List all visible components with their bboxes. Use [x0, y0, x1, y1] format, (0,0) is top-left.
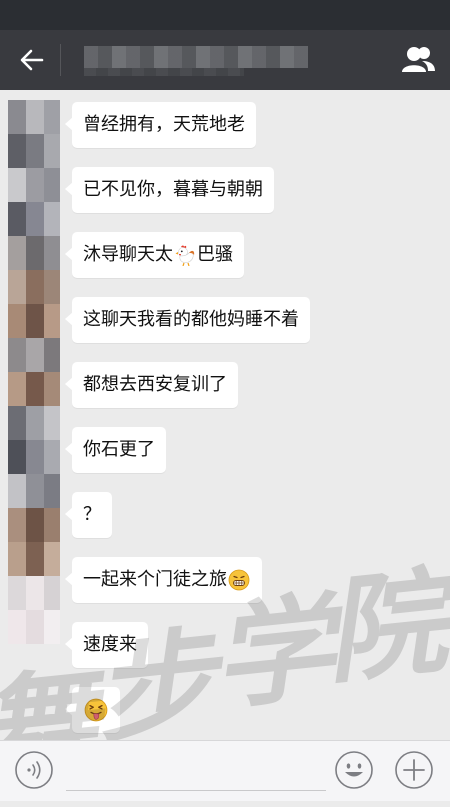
voice-icon[interactable]	[14, 750, 54, 790]
grimace-face-icon	[228, 569, 250, 591]
message-bubble[interactable]: 这聊天我看的都他妈睡不着	[65, 297, 310, 343]
message-text: 沐导聊天太	[83, 244, 173, 265]
arrow-left-icon[interactable]	[18, 46, 46, 74]
message-bubble[interactable]: 你石更了	[65, 427, 166, 473]
input-bar	[0, 740, 450, 801]
chat-header	[0, 30, 450, 90]
message-text: 已不见你，暮暮与朝朝	[65, 167, 274, 213]
message-text: ？	[65, 492, 112, 538]
message-content	[65, 687, 120, 733]
people-icon[interactable]	[400, 44, 436, 76]
chat-area[interactable]: 曾经拥有，天荒地老 已不见你，暮暮与朝朝 沐导聊天太 巴骚 这聊天我看的都他妈睡…	[0, 90, 450, 740]
message-text: 曾经拥有，天荒地老	[65, 102, 256, 148]
message-text: 一起来个门徒之旅	[83, 569, 227, 590]
rooster-icon	[175, 245, 195, 266]
message-text: 巴骚	[197, 244, 233, 265]
message-text: 你石更了	[65, 427, 166, 473]
message-text: 这聊天我看的都他妈睡不着	[65, 297, 310, 343]
message-content: 一起来个门徒之旅	[65, 557, 262, 603]
message-content: 沐导聊天太 巴骚	[65, 232, 244, 278]
header-divider	[60, 44, 61, 76]
chat-title-blurred-sub	[84, 68, 244, 76]
plus-icon[interactable]	[394, 750, 434, 790]
message-text: 速度来	[65, 622, 148, 668]
message-bubble[interactable]: 曾经拥有，天荒地老	[65, 102, 256, 148]
message-bubble[interactable]: 都想去西安复训了	[65, 362, 238, 408]
smiley-icon[interactable]	[334, 750, 374, 790]
message-bubble[interactable]: 速度来	[65, 622, 148, 668]
message-bubble[interactable]: 沐导聊天太 巴骚	[65, 232, 244, 278]
avatar-blurred	[8, 100, 60, 700]
message-bubble[interactable]: 一起来个门徒之旅	[65, 557, 262, 603]
message-text: 都想去西安复训了	[65, 362, 238, 408]
message-bubble[interactable]: 已不见你，暮暮与朝朝	[65, 167, 274, 213]
status-bar	[0, 0, 450, 30]
message-input[interactable]	[66, 790, 326, 791]
message-bubble[interactable]: ？	[65, 492, 112, 538]
tongue-face-icon	[84, 698, 108, 722]
message-bubble[interactable]	[65, 687, 120, 733]
chat-title-blurred	[84, 46, 308, 68]
